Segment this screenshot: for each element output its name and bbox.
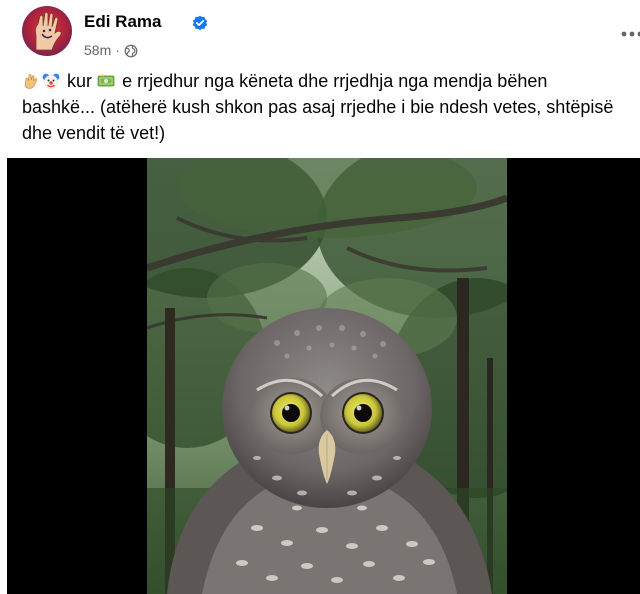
post-header: Edi Rama 58m · bbox=[22, 6, 640, 58]
money-emoji bbox=[97, 74, 115, 87]
video-frame bbox=[147, 158, 507, 594]
author-name[interactable]: Edi Rama bbox=[84, 12, 161, 32]
more-options-icon[interactable] bbox=[618, 24, 640, 44]
meta-separator: · bbox=[115, 42, 120, 58]
post-timestamp[interactable]: 58m bbox=[84, 42, 111, 58]
owl-video-still bbox=[147, 158, 507, 594]
globe-icon[interactable] bbox=[124, 44, 138, 58]
facebook-post: Edi Rama 58m · kur e rrjedhur nga këneta… bbox=[0, 0, 640, 594]
post-meta: 58m · bbox=[84, 42, 138, 58]
verified-badge-icon[interactable] bbox=[192, 15, 208, 31]
post-video[interactable] bbox=[7, 158, 640, 594]
clown-face-emoji bbox=[42, 73, 60, 90]
hand-emoji bbox=[24, 74, 38, 89]
author-avatar[interactable] bbox=[22, 6, 72, 56]
caption-text-part1: kur bbox=[67, 71, 93, 91]
post-caption: kur e rrjedhur nga këneta dhe rrjedhja n… bbox=[22, 68, 622, 146]
avatar-hand-image bbox=[22, 6, 72, 56]
